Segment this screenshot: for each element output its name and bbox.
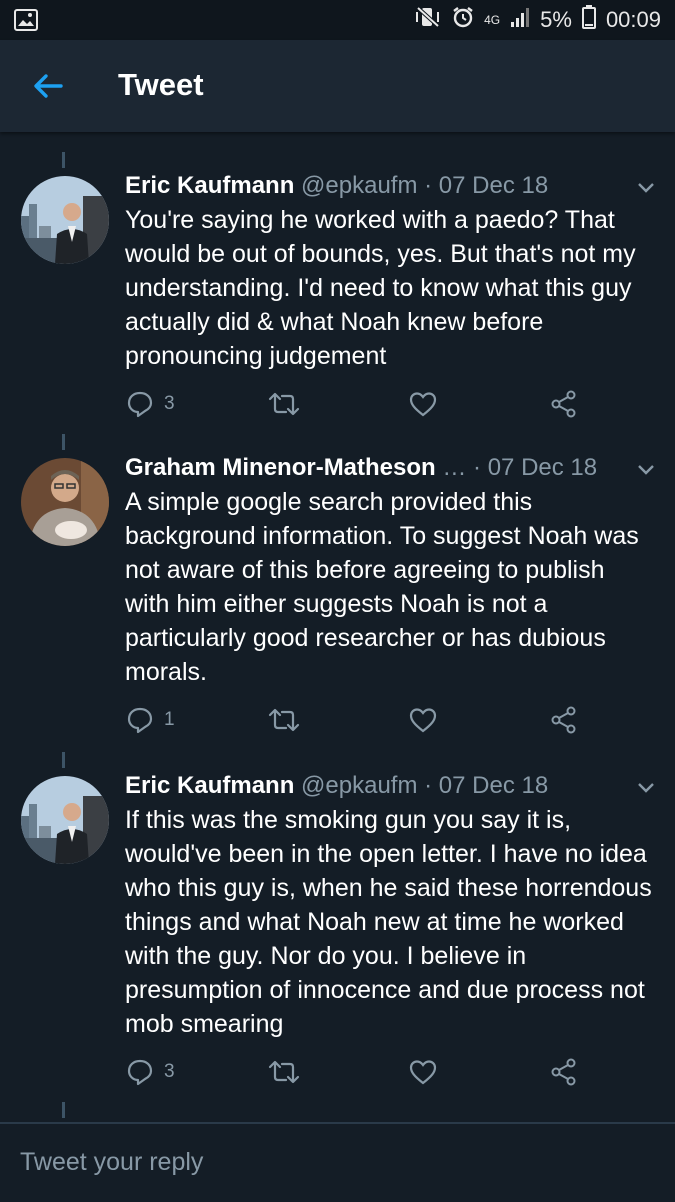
tweet-text: A simple google search provided this bac…	[125, 488, 639, 686]
tweet-menu-button[interactable]	[635, 458, 657, 480]
share-button[interactable]	[550, 700, 578, 740]
network-type-label: 4G	[484, 12, 501, 27]
tweet-text: If this was the smoking gun you say it i…	[125, 806, 652, 1038]
author-handle[interactable]: @epkaufm	[301, 772, 417, 799]
author-name[interactable]: Eric Kaufmann	[125, 772, 294, 799]
avatar[interactable]	[21, 776, 109, 864]
tweet-date: · 07 Dec 18	[473, 454, 598, 481]
retweet-button[interactable]	[268, 1052, 300, 1092]
signal-icon	[510, 6, 530, 34]
author-handle[interactable]: @epkaufm	[301, 172, 417, 199]
heart-icon	[409, 392, 437, 417]
author-name[interactable]: Graham Minenor-Matheson	[125, 454, 436, 481]
heart-icon	[409, 1060, 437, 1085]
thread-connector	[62, 434, 65, 450]
like-button[interactable]	[409, 700, 437, 740]
tweet-menu-button[interactable]	[635, 776, 657, 798]
tweet-actions: 1	[0, 700, 675, 740]
tweet-actions: 3	[0, 384, 675, 424]
like-button[interactable]	[409, 1052, 437, 1092]
retweet-button[interactable]	[268, 700, 300, 740]
app-bar: Tweet	[0, 40, 675, 132]
tweet-date: · 07 Dec 18	[424, 172, 549, 199]
alarm-icon	[452, 6, 474, 34]
avatar[interactable]	[21, 176, 109, 264]
avatar[interactable]	[21, 458, 109, 546]
tweet-menu-button[interactable]	[635, 176, 657, 198]
reply-count: 3	[164, 1061, 175, 1082]
thread-connector	[62, 752, 65, 768]
retweet-button[interactable]	[268, 384, 300, 424]
share-icon	[551, 706, 576, 734]
clock-time: 00:09	[605, 7, 661, 32]
back-button[interactable]	[26, 64, 70, 108]
chevron-down-icon	[638, 783, 654, 793]
share-button[interactable]	[550, 384, 578, 424]
reply-composer[interactable]: Tweet your reply	[0, 1122, 675, 1202]
retweet-icon	[268, 1060, 300, 1084]
share-icon	[551, 390, 576, 418]
reply-button[interactable]: 1	[126, 700, 175, 740]
chevron-down-icon	[638, 465, 654, 475]
like-button[interactable]	[409, 384, 437, 424]
reply-count: 1	[164, 709, 175, 730]
tweet-date: · 07 Dec 18	[424, 772, 549, 799]
reply-icon	[127, 391, 153, 418]
reply-icon	[127, 707, 153, 734]
thread-connector	[62, 1102, 65, 1118]
chevron-down-icon	[638, 183, 654, 193]
heart-icon	[409, 708, 437, 733]
page-title: Tweet	[118, 67, 204, 102]
tweet-text: You're saying he worked with a paedo? Th…	[125, 206, 636, 370]
battery-icon	[581, 5, 596, 35]
reply-input[interactable]: Tweet your reply	[20, 1148, 203, 1177]
back-arrow-icon	[34, 74, 63, 98]
reply-button[interactable]: 3	[126, 384, 175, 424]
gallery-notification-icon	[14, 9, 38, 36]
retweet-icon	[268, 392, 300, 416]
reply-icon	[127, 1059, 153, 1086]
retweet-icon	[268, 708, 300, 732]
reply-count: 3	[164, 393, 175, 414]
vibrate-mute-icon	[414, 6, 442, 34]
share-icon	[551, 1058, 576, 1086]
previous-tweet-cutoff	[0, 132, 675, 138]
author-name[interactable]: Eric Kaufmann	[125, 172, 294, 199]
status-bar: 4G 5% 00:09	[0, 0, 675, 40]
reply-button[interactable]: 3	[126, 1052, 175, 1092]
tweet-actions: 3	[0, 1052, 675, 1092]
share-button[interactable]	[550, 1052, 578, 1092]
author-handle[interactable]: …	[442, 454, 466, 481]
thread-connector	[62, 152, 65, 168]
battery-percent: 5%	[540, 7, 572, 32]
